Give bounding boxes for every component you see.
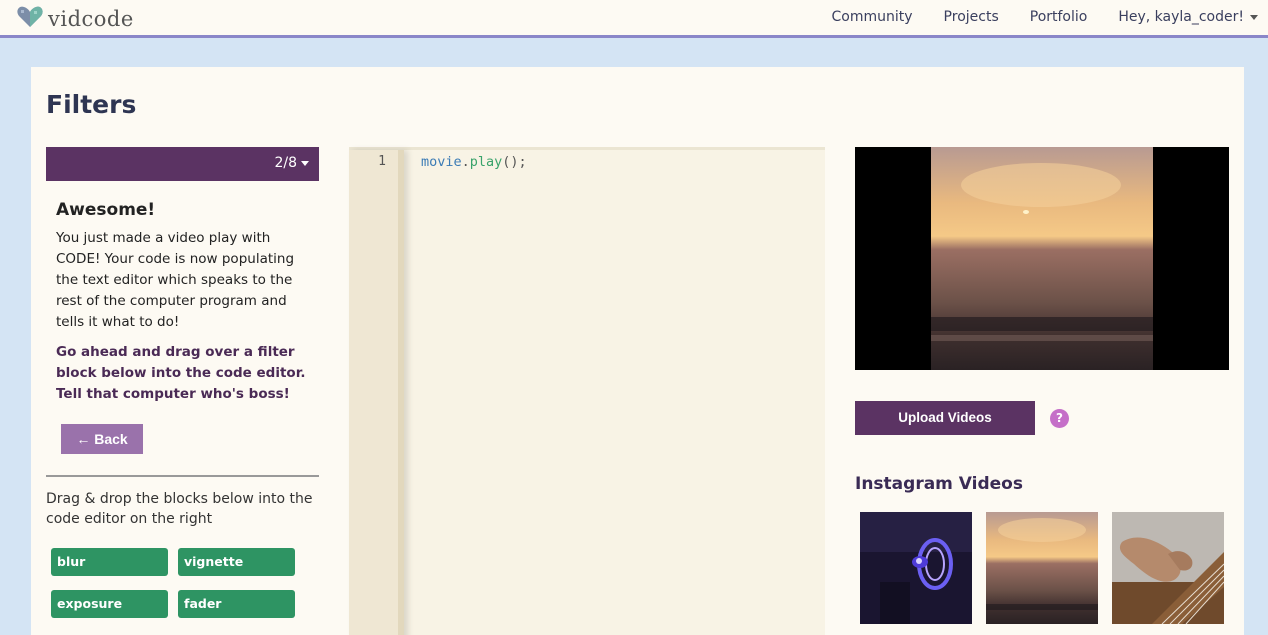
lesson-header: 2/8	[46, 147, 319, 181]
code-object: movie	[421, 154, 462, 170]
block-vignette[interactable]: vignette	[178, 548, 295, 576]
code-dot: .	[461, 154, 470, 170]
instagram-thumb-neon[interactable]	[860, 512, 972, 624]
main-panel: Filters 2/8 Awesome! You just made a vid…	[31, 67, 1244, 635]
block-exposure[interactable]: exposure	[51, 590, 168, 618]
lesson-text: You just made a video play with CODE! Yo…	[56, 230, 295, 330]
help-icon[interactable]: ?	[1050, 409, 1069, 428]
lesson-instruction: Go ahead and drag over a filter block be…	[56, 344, 306, 402]
nav-projects[interactable]: Projects	[944, 9, 999, 26]
code-editor[interactable]: 1 movie.play();	[349, 147, 825, 635]
instagram-thumb-guitar[interactable]	[1112, 512, 1224, 624]
top-nav-bar: vidcode Community Projects Portfolio Hey…	[0, 0, 1268, 38]
lesson-step-label: 2/8	[274, 155, 297, 171]
code-line[interactable]: movie.play();	[421, 154, 527, 170]
instagram-thumb-sunset[interactable]	[986, 512, 1098, 624]
heart-logo-icon	[16, 5, 44, 33]
block-blur[interactable]: blur	[51, 548, 168, 576]
instagram-videos-title: Instagram Videos	[855, 474, 1023, 494]
page-title: Filters	[46, 90, 137, 119]
code-parens: ();	[502, 154, 527, 170]
video-preview[interactable]	[855, 147, 1229, 370]
lesson-body: Awesome! You just made a video play with…	[56, 200, 311, 405]
lesson-title: Awesome!	[56, 200, 156, 220]
lesson-step-dropdown[interactable]: 2/8	[274, 155, 309, 171]
user-menu-label: Hey, kayla_coder!	[1118, 9, 1244, 25]
user-menu[interactable]: Hey, kayla_coder!	[1118, 9, 1258, 26]
divider	[46, 475, 319, 477]
drag-instructions: Drag & drop the blocks below into the co…	[46, 491, 313, 527]
upload-videos-button[interactable]: Upload Videos	[855, 401, 1035, 435]
line-gutter: 1	[349, 150, 404, 635]
code-method: play	[469, 154, 503, 170]
chevron-down-icon	[1250, 14, 1258, 20]
main-nav: Community Projects Portfolio Hey, kayla_…	[801, 9, 1258, 26]
nav-community[interactable]: Community	[832, 9, 913, 26]
line-number: 1	[378, 154, 386, 169]
logo-text: vidcode	[48, 7, 134, 31]
back-button[interactable]: ← Back	[61, 424, 143, 454]
sunset-video-frame	[931, 147, 1153, 370]
block-fader[interactable]: fader	[178, 590, 295, 618]
chevron-down-icon	[301, 160, 309, 166]
logo[interactable]: vidcode	[16, 5, 134, 33]
nav-portfolio[interactable]: Portfolio	[1030, 9, 1088, 26]
